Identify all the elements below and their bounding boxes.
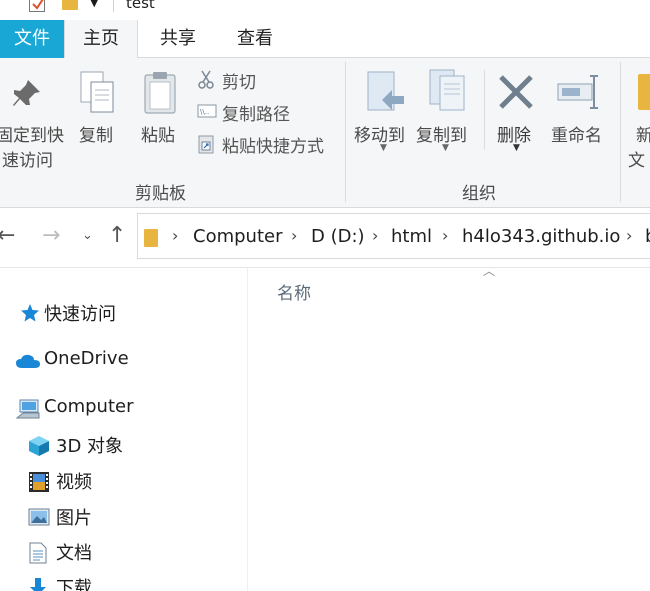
- paste-label: 粘贴: [141, 126, 175, 146]
- move-to-icon: [364, 70, 408, 122]
- paste-shortcut-button[interactable]: 粘贴快捷方式: [197, 130, 337, 160]
- nav-label-quick-access: 快速访问: [44, 304, 116, 325]
- copy-label: 复制: [79, 126, 113, 146]
- copy-to-icon: [426, 68, 470, 120]
- rename-label: 重命名: [551, 126, 602, 146]
- paste-button[interactable]: 粘贴: [134, 58, 186, 158]
- file-list-pane: ︿ 名称: [249, 264, 650, 591]
- nav-item-onedrive[interactable]: OneDrive: [15, 348, 235, 374]
- new-folder-label-line2: 文: [628, 151, 645, 171]
- delete-dropdown-icon: ▼: [513, 143, 520, 153]
- delete-x-icon: [496, 72, 536, 116]
- up-arrow-icon[interactable]: ↑: [108, 223, 126, 248]
- new-folder-quick-icon[interactable]: [62, 0, 78, 10]
- pin-to-quick-access-button[interactable]: 固定到快 速访问: [0, 58, 66, 178]
- breadcrumb-separator-icon[interactable]: ›: [372, 226, 378, 245]
- forward-arrow-icon[interactable]: →: [42, 223, 60, 248]
- picture-icon: [28, 508, 50, 531]
- breadcrumb-computer[interactable]: Computer: [193, 226, 282, 247]
- back-arrow-icon[interactable]: ←: [0, 223, 15, 248]
- organize-group-label: 组织: [462, 184, 496, 204]
- cut-label: 剪切: [222, 73, 256, 93]
- nav-item-computer[interactable]: Computer: [15, 396, 235, 422]
- copy-path-button[interactable]: \\.. 复制路径: [197, 98, 337, 128]
- nav-item-quick-access[interactable]: 快速访问: [20, 300, 240, 326]
- copy-to-button[interactable]: 复制到 ▼: [414, 58, 476, 168]
- nav-label-pictures: 图片: [56, 508, 92, 529]
- breadcrumb-drive-d[interactable]: D (D:): [311, 226, 365, 247]
- nav-item-documents[interactable]: 文档: [28, 539, 238, 565]
- tab-home[interactable]: 主页: [64, 20, 138, 59]
- copy-icon: [78, 70, 118, 120]
- move-to-button[interactable]: 移动到 ▼: [352, 58, 414, 168]
- breadcrumb-separator-icon[interactable]: ›: [291, 226, 297, 245]
- breadcrumb-separator-icon[interactable]: ›: [442, 226, 448, 245]
- cut-button[interactable]: 剪切: [197, 66, 337, 96]
- pin-label-line2: 速访问: [2, 151, 53, 171]
- paste-shortcut-label: 粘贴快捷方式: [222, 137, 324, 157]
- column-header-name[interactable]: 名称: [277, 279, 311, 304]
- delete-button[interactable]: 删除 ▼: [490, 58, 544, 168]
- rename-icon: [556, 72, 602, 116]
- clipboard-group-label: 剪贴板: [135, 184, 186, 204]
- nav-item-downloads[interactable]: 下载: [28, 574, 238, 591]
- copy-button[interactable]: 复制: [72, 58, 124, 158]
- folder-icon: [144, 229, 158, 247]
- ribbon-home: 固定到快 速访问 复制 粘贴 剪切 \\.. 复制路径 粘贴快捷方式 剪贴板 移…: [0, 58, 650, 208]
- star-icon: [20, 303, 40, 328]
- film-icon: [28, 471, 50, 498]
- properties-quick-icon[interactable]: [29, 0, 45, 12]
- new-folder-button[interactable]: 新 文: [626, 58, 650, 178]
- ribbon-tabs: 文件 主页 共享 查看: [0, 20, 650, 59]
- window-title: test: [126, 0, 155, 12]
- scissors-icon: [197, 70, 215, 95]
- nav-label-onedrive: OneDrive: [44, 348, 129, 369]
- breadcrumb-github-io[interactable]: h4lo343.github.io: [462, 226, 620, 247]
- tab-view[interactable]: 查看: [218, 20, 292, 58]
- navigation-pane: 快速访问 OneDrive Computer 3D 对象 视频 图片 文档 下载: [0, 268, 248, 591]
- breadcrumb-separator-icon[interactable]: ›: [626, 226, 632, 245]
- title-separator: [113, 0, 114, 12]
- paste-shortcut-icon: [197, 134, 215, 159]
- svg-text:\\..: \\..: [200, 108, 209, 116]
- nav-item-pictures[interactable]: 图片: [28, 504, 238, 530]
- cloud-icon: [15, 353, 41, 374]
- breadcrumb-html[interactable]: html: [391, 226, 432, 247]
- recent-locations-chevron-icon[interactable]: ⌄: [82, 228, 93, 243]
- nav-label-videos: 视频: [56, 472, 92, 493]
- new-folder-icon: [638, 74, 650, 110]
- computer-icon: [15, 398, 41, 425]
- file-explorer-window: ▼ test 文件 主页 共享 查看 固定到快 速访问 复制 粘贴 剪切 \\.…: [0, 0, 650, 591]
- nav-label-3d-objects: 3D 对象: [56, 436, 124, 457]
- title-bar: ▼ test: [0, 0, 650, 20]
- breadcrumb-separator-icon[interactable]: ›: [172, 226, 178, 245]
- breadcrumb-current[interactable]: b: [645, 226, 650, 247]
- move-to-dropdown-icon: ▼: [380, 143, 387, 153]
- rename-button[interactable]: 重命名: [548, 58, 614, 168]
- address-bar[interactable]: › Computer › D (D:) › html › h4lo343.git…: [137, 213, 650, 259]
- nav-label-documents: 文档: [56, 543, 92, 564]
- copy-path-icon: \\..: [197, 102, 217, 125]
- customize-quick-access-dropdown[interactable]: ▼: [90, 0, 98, 9]
- pin-label-line1: 固定到快: [0, 126, 64, 146]
- nav-item-videos[interactable]: 视频: [28, 468, 238, 494]
- download-arrow-icon: [28, 577, 48, 591]
- tab-file[interactable]: 文件: [0, 20, 64, 58]
- group-separator-2: [620, 62, 621, 202]
- group-separator: [345, 62, 346, 202]
- navigation-bar: ← → ⌄ ↑ › Computer › D (D:) › html › h4l…: [0, 208, 650, 268]
- nav-label-downloads: 下载: [56, 578, 92, 591]
- copy-path-label: 复制路径: [222, 105, 290, 125]
- sort-ascending-icon: ︿: [483, 264, 496, 278]
- nav-item-3d-objects[interactable]: 3D 对象: [28, 432, 238, 458]
- document-icon: [28, 542, 48, 569]
- new-folder-label-line1: 新: [636, 126, 650, 146]
- paste-icon: [140, 70, 180, 120]
- tab-share[interactable]: 共享: [140, 20, 216, 58]
- pin-icon: [10, 76, 44, 114]
- organize-inner-separator: [484, 70, 485, 150]
- copy-to-dropdown-icon: ▼: [442, 143, 449, 153]
- nav-label-computer: Computer: [44, 396, 134, 417]
- cube-icon: [28, 435, 50, 462]
